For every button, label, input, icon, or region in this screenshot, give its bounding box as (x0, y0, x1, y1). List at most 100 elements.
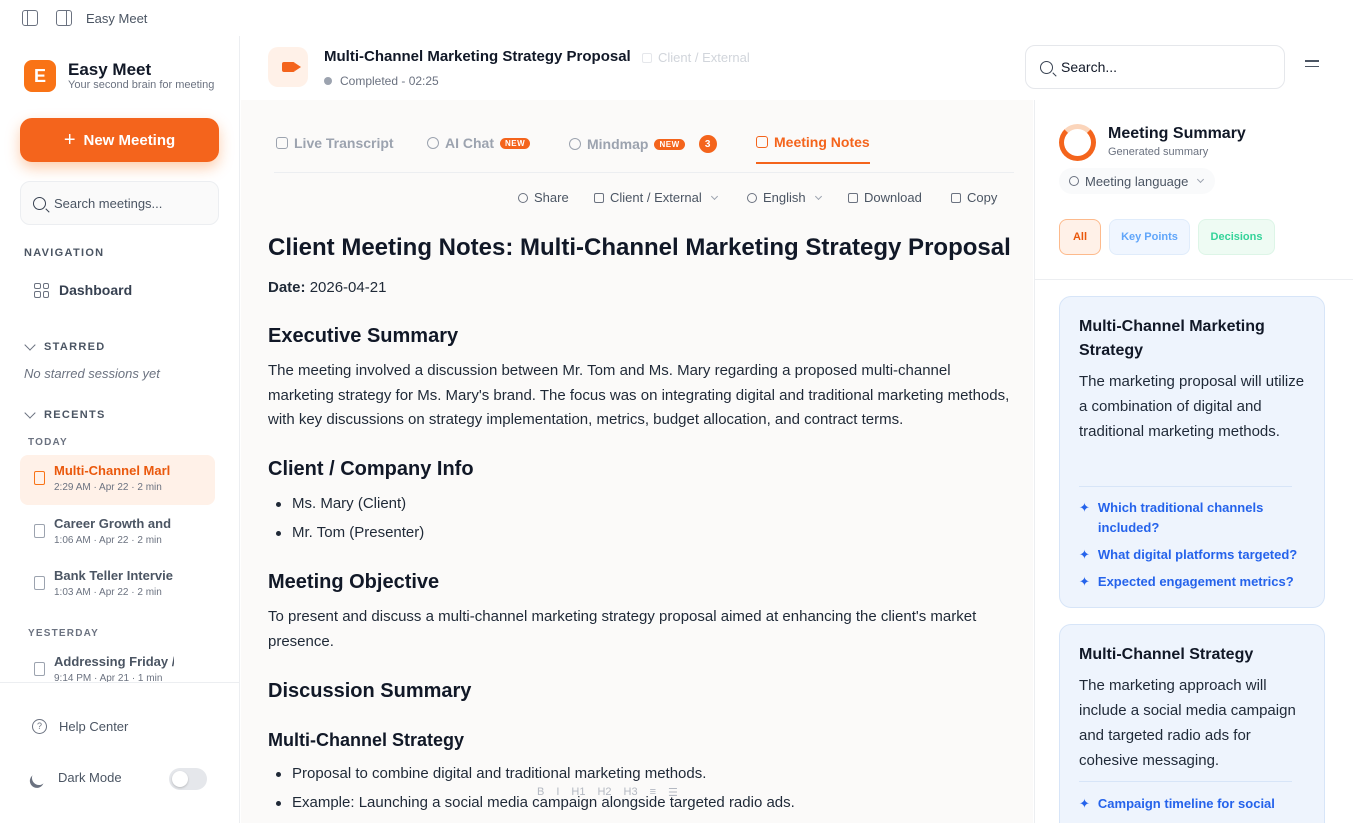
starred-section-toggle[interactable]: STARRED (24, 339, 105, 353)
section-heading: Executive Summary (268, 325, 459, 347)
list-item: Ms. Mary (Client) (268, 490, 424, 519)
chat-bubble-icon (427, 137, 439, 149)
card-text: The marketing approach will include a so… (1079, 677, 1296, 769)
new-badge: NEW (654, 138, 685, 150)
client-list: Ms. Mary (Client) Mr. Tom (Presenter) (268, 490, 424, 547)
meeting-status: Completed - 02:25 (324, 74, 439, 88)
numbered-list-button[interactable]: ☰ (668, 786, 678, 799)
notes-title: Client Meeting Notes: Multi-Channel Mark… (268, 234, 1011, 261)
card-heading: Multi-Channel Strategy (1079, 646, 1254, 663)
video-camera-icon (268, 47, 308, 87)
filter-settings-icon[interactable] (1305, 60, 1319, 72)
category-dropdown[interactable]: Client / External (594, 190, 718, 205)
search-icon (1040, 60, 1053, 74)
italic-button[interactable]: I (556, 786, 559, 799)
section-heading: Meeting Objective (268, 571, 440, 593)
copy-button[interactable]: Copy (951, 190, 997, 205)
sparkle-icon: ✦ (1079, 574, 1090, 589)
filter-all-button[interactable]: All (1059, 219, 1101, 255)
sidebar: E Easy Meet Your second brain for meetin… (0, 36, 240, 823)
divider (1079, 781, 1292, 782)
transcript-icon (276, 137, 288, 149)
recent-meeting-item[interactable]: Career Growth and 1:06 AM · Apr 22 · 2 m… (20, 508, 215, 558)
brand-tagline: Your second brain for meeting (68, 79, 215, 91)
bullet-list-button[interactable]: ≡ (650, 786, 656, 799)
download-button[interactable]: Download (848, 190, 922, 205)
sparkle-icon: ✦ (1079, 547, 1090, 562)
h1-button[interactable]: H1 (571, 786, 585, 799)
filter-key-points-button[interactable]: Key Points (1109, 219, 1190, 255)
recent-meeting-item[interactable]: Multi-Channel Marl 2:29 AM · Apr 22 · 2 … (20, 455, 215, 505)
globe-icon (747, 192, 757, 203)
divider (1035, 279, 1353, 280)
help-center-link[interactable]: ? Help Center (32, 719, 128, 734)
navigation-title: NAVIGATION (24, 247, 105, 259)
summary-subtitle: Generated summary (1108, 146, 1209, 158)
suggested-question[interactable]: ✦ Campaign timeline for social (1079, 794, 1308, 814)
chevron-down-icon (24, 407, 36, 419)
sidebar-item-dashboard[interactable]: Dashboard (34, 282, 132, 298)
bold-button[interactable]: B (537, 786, 544, 799)
help-icon: ? (32, 719, 47, 734)
summary-title: Meeting Summary (1108, 125, 1246, 142)
summary-panel: Meeting Summary Generated summary Meetin… (1034, 100, 1353, 823)
meeting-language-dropdown[interactable]: Meeting language (1059, 168, 1216, 194)
list-item: Example: Launching a social media campai… (268, 789, 795, 818)
document-icon (34, 524, 45, 538)
filter-decisions-button[interactable]: Decisions (1198, 219, 1275, 255)
top-right-header: Search... (1025, 36, 1353, 100)
suggested-question[interactable]: ✦ What digital platforms targeted? (1079, 545, 1308, 565)
panel-toggle-icon[interactable] (56, 10, 72, 26)
no-starred-text: No starred sessions yet (24, 366, 160, 381)
active-tab-underline (756, 162, 870, 164)
h3-button[interactable]: H3 (624, 786, 638, 799)
download-icon (848, 192, 858, 203)
search-icon (33, 196, 46, 210)
copy-icon (951, 192, 961, 203)
search-meetings-input[interactable]: Search meetings... (20, 181, 219, 225)
divider (1079, 486, 1292, 487)
yesterday-label: YESTERDAY (28, 628, 100, 639)
new-badge: NEW (500, 137, 531, 149)
document-icon (34, 662, 45, 676)
share-button[interactable]: Share (518, 190, 569, 205)
document-icon (34, 471, 45, 485)
executive-summary-text: The meeting involved a discussion betwee… (268, 362, 1010, 428)
recent-meeting-item[interactable]: Addressing Friday / 9:14 PM · Apr 21 · 1… (20, 646, 215, 682)
chevron-down-icon (710, 192, 718, 200)
view-tabs: Live Transcript AI Chat NEW Mindmap NEW … (274, 100, 1014, 173)
tab-mindmap[interactable]: Mindmap NEW 3 (569, 135, 717, 153)
sidebar-toggle-icon[interactable] (22, 10, 38, 26)
strategy-list: Proposal to combine digital and traditio… (268, 760, 795, 817)
tag-icon (594, 192, 604, 203)
language-dropdown[interactable]: English (747, 190, 822, 205)
chevron-down-icon (24, 339, 36, 351)
global-search-input[interactable]: Search... (1025, 45, 1285, 89)
dark-mode-toggle[interactable] (169, 768, 207, 790)
new-meeting-button[interactable]: + New Meeting (20, 118, 219, 162)
card-heading: Multi-Channel Marketing Strategy (1079, 318, 1265, 359)
recents-section-toggle[interactable]: RECENTS (24, 407, 106, 421)
window-titlebar: Easy Meet (0, 0, 240, 36)
globe-icon (1069, 176, 1079, 186)
tab-ai-chat[interactable]: AI Chat NEW (427, 135, 531, 151)
suggested-question[interactable]: ✦ Expected engagement metrics? (1079, 572, 1308, 592)
summary-card: Multi-Channel Strategy The marketing app… (1059, 624, 1325, 823)
summary-card: Multi-Channel Marketing Strategy The mar… (1059, 296, 1325, 608)
sidebar-footer: ? Help Center Dark Mode (0, 682, 239, 823)
today-label: TODAY (28, 437, 68, 448)
summary-ring-icon (1059, 124, 1096, 161)
card-text: The marketing proposal will utilize a co… (1079, 373, 1305, 440)
tab-live-transcript[interactable]: Live Transcript (276, 135, 394, 151)
share-icon (518, 192, 528, 203)
notes-icon (756, 136, 768, 148)
recent-meeting-item[interactable]: Bank Teller Intervie 1:03 AM · Apr 22 · … (20, 560, 215, 610)
h2-button[interactable]: H2 (597, 786, 611, 799)
brand: E Easy Meet Your second brain for meetin… (24, 60, 214, 92)
sparkle-icon: ✦ (1079, 796, 1090, 811)
section-heading: Discussion Summary (268, 680, 472, 702)
objective-text: To present and discuss a multi-channel m… (268, 608, 977, 650)
branch-icon (569, 138, 581, 150)
suggested-question[interactable]: ✦ Which traditional channels included? (1079, 498, 1308, 538)
tab-meeting-notes[interactable]: Meeting Notes (756, 134, 870, 164)
